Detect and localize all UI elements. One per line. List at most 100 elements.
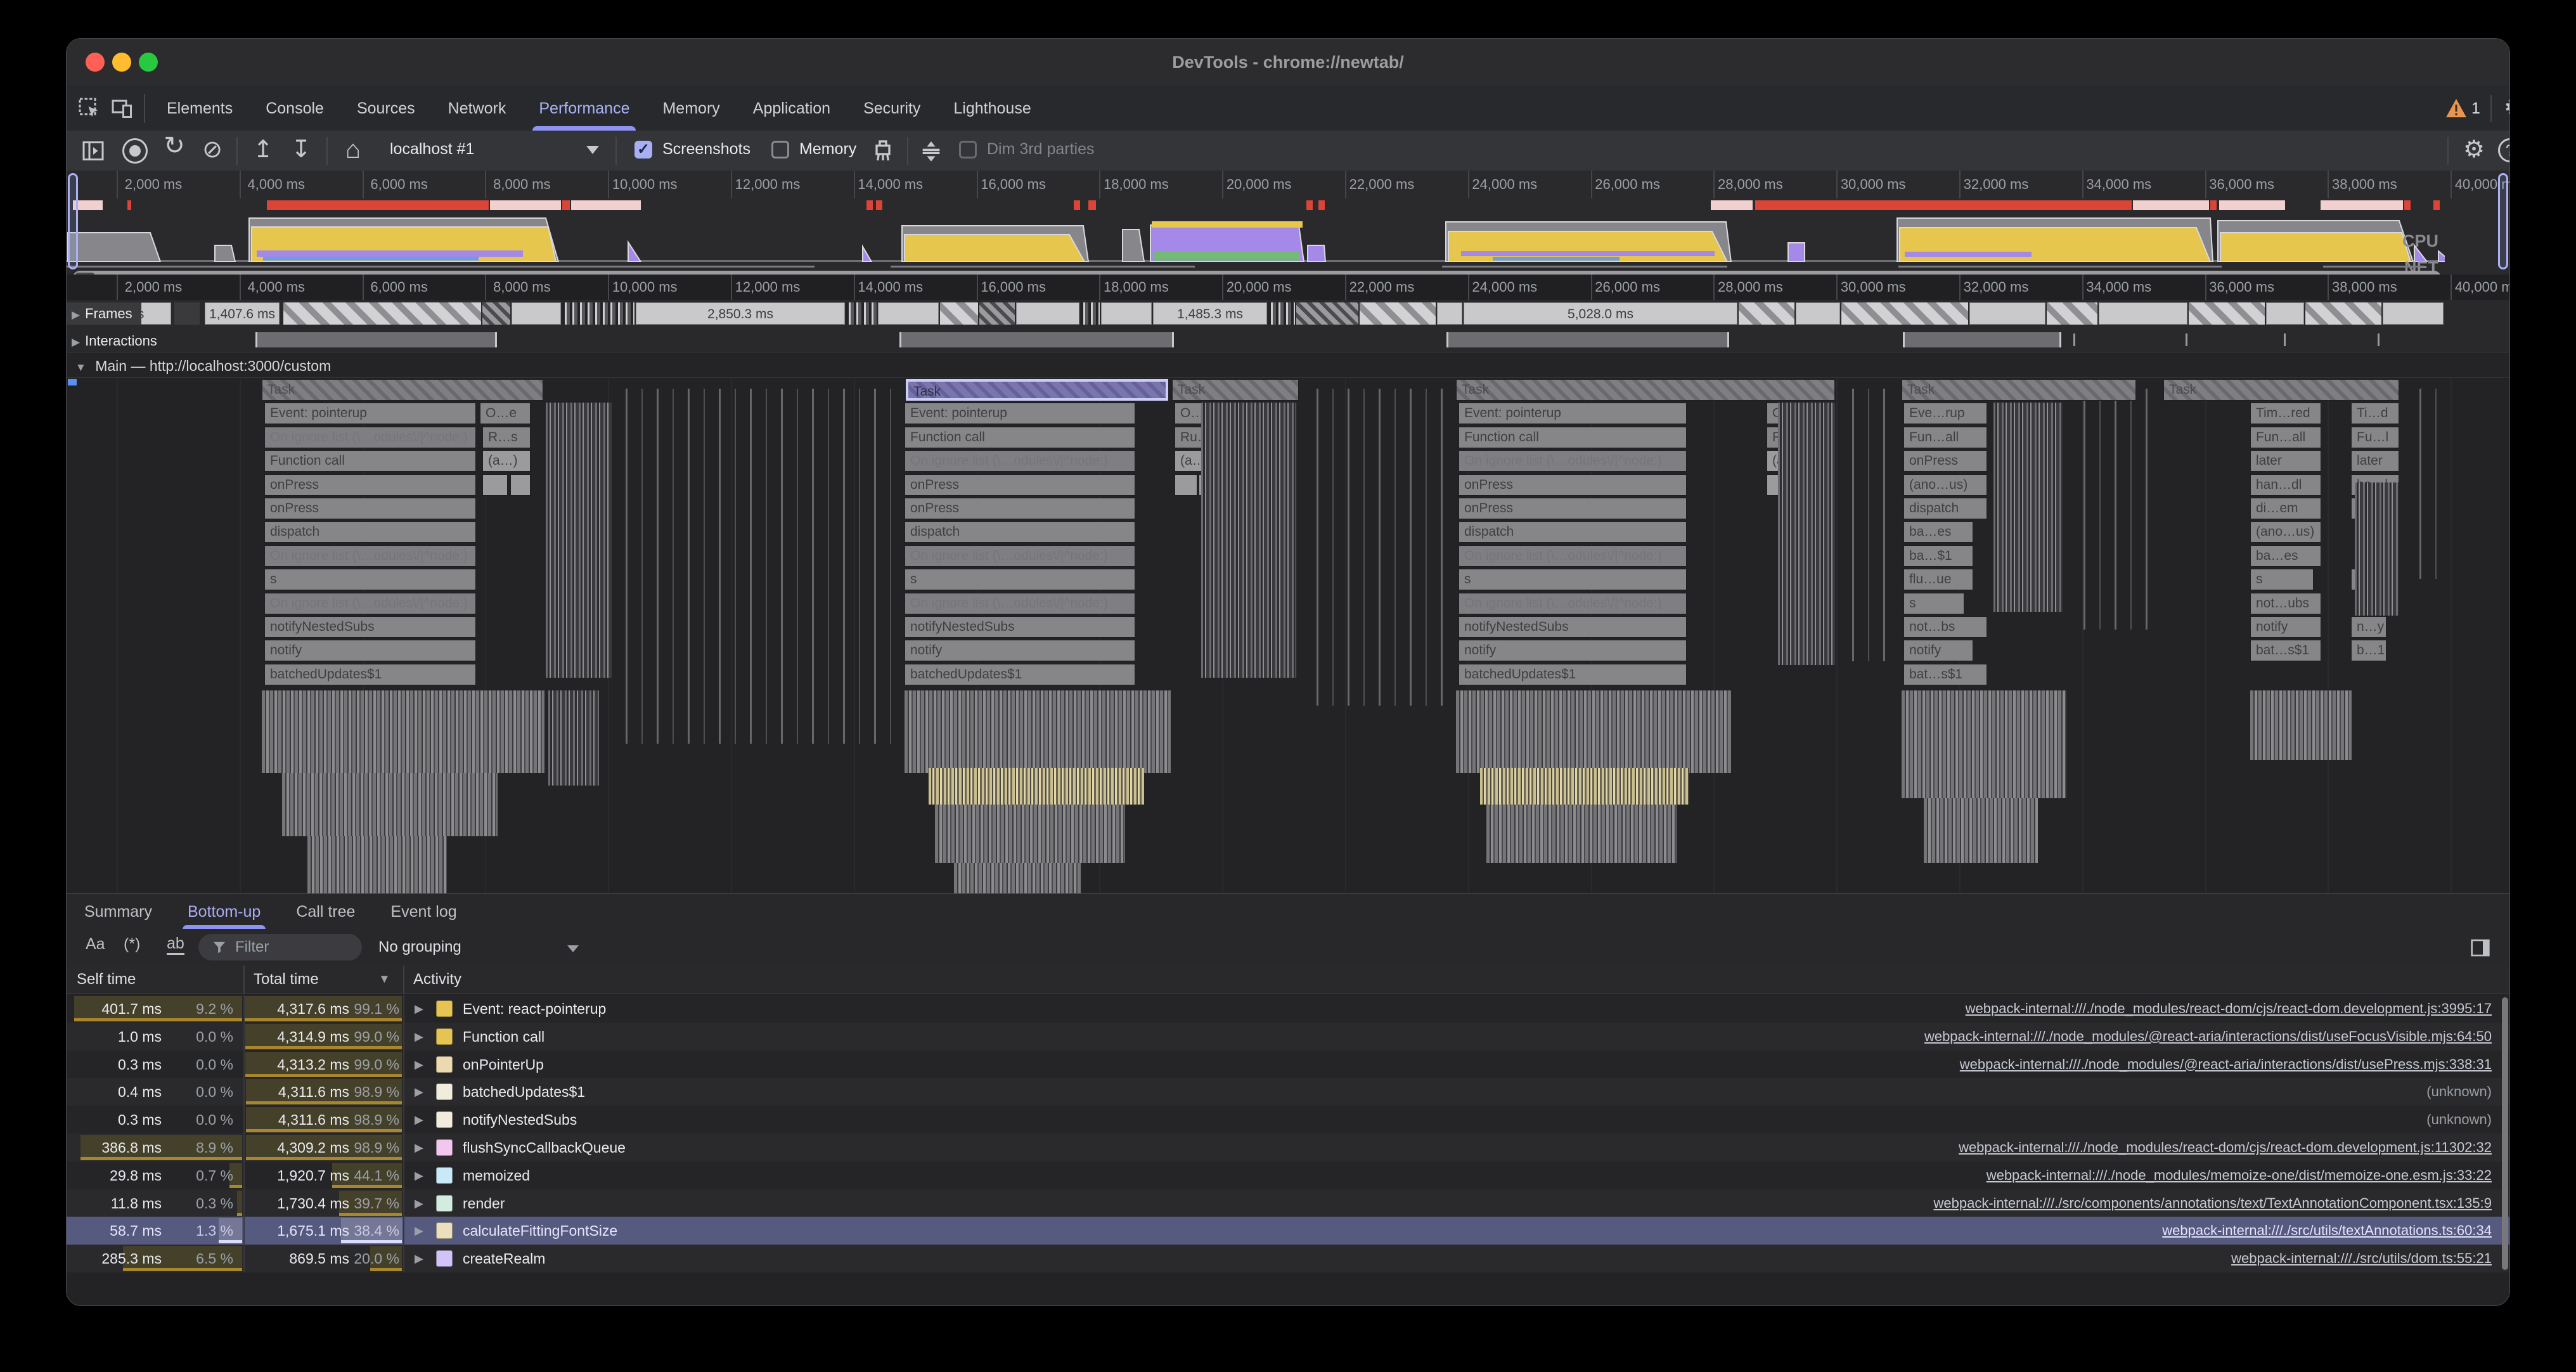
table-row[interactable]: 386.8 ms8.9 %4,309.2 ms98.9 %▶flushSyncC…	[67, 1134, 2509, 1162]
garbage-collect-icon[interactable]	[870, 138, 896, 164]
source-link[interactable]: webpack-internal:///./node_modules/react…	[1966, 995, 2492, 1023]
flame-bar[interactable]	[482, 474, 508, 496]
table-row[interactable]: 29.8 ms0.7 %1,920.7 ms44.1 %▶memoizedweb…	[67, 1162, 2509, 1189]
flame-bar-selected[interactable]: Task	[906, 379, 1168, 401]
issues-count[interactable]: 1	[2471, 86, 2480, 131]
disclosure-icon[interactable]: ▶	[415, 1023, 423, 1051]
download-profile-icon[interactable]: ↧	[287, 136, 315, 164]
timeline-overview[interactable]: 2,000 ms4,000 ms6,000 ms8,000 ms10,000 m…	[67, 171, 2509, 275]
disclosure-icon[interactable]: ▶	[415, 1245, 423, 1272]
flame-bar[interactable]: On ignore list (\…odules\/|^node:)	[1459, 593, 1687, 614]
flame-bar[interactable]: On ignore list (\…odules\/|^node:)	[905, 450, 1135, 472]
interaction-bar[interactable]	[1446, 332, 1729, 347]
frames-track[interactable]: 39.0 ms1,407.6 ms2,850.3 ms1,485.3 ms5,0…	[67, 300, 2509, 328]
help-icon[interactable]: ?	[2498, 138, 2510, 162]
flame-bar[interactable]: notifyNestedSubs	[264, 616, 476, 638]
flame-bar[interactable]: ba…es	[1903, 521, 1973, 543]
flame-bar[interactable]: On ignore list (\…odules\/|^node:)	[264, 427, 476, 448]
tab-application[interactable]: Application	[737, 86, 847, 131]
flame-bar[interactable]: (ano…us)	[2250, 521, 2321, 543]
frame-segment[interactable]: 5,028.0 ms	[1464, 302, 1737, 325]
frame-segment[interactable]: 1,485.3 ms	[1153, 302, 1267, 325]
flame-bar[interactable]: onPress	[905, 498, 1135, 519]
reload-record-icon[interactable]: ↻	[160, 132, 188, 160]
flame-bar[interactable]: notifyNestedSubs	[905, 616, 1135, 638]
screenshots-label[interactable]: Screenshots	[662, 140, 750, 159]
activity-header[interactable]: Activity	[413, 966, 461, 993]
frame-segment[interactable]	[979, 302, 1015, 325]
flame-bar[interactable]: notify	[905, 640, 1135, 661]
flame-bar[interactable]: not…bs	[1903, 616, 1987, 638]
source-link[interactable]: webpack-internal:///./node_modules/@reac…	[1960, 1051, 2492, 1078]
source-link[interactable]: webpack-internal:///./node_modules/memoi…	[1987, 1162, 2492, 1189]
flame-bar[interactable]: On ignore list (\…odules\/|^node:)	[264, 593, 476, 614]
whole-word-toggle[interactable]: ab	[167, 935, 184, 955]
warning-icon[interactable]	[2445, 98, 2468, 119]
disclosure-icon[interactable]: ▶	[415, 1051, 423, 1078]
frame-segment[interactable]	[878, 302, 939, 325]
flame-bar[interactable]: Fu…l	[2351, 427, 2399, 448]
disclosure-icon[interactable]: ▶	[415, 995, 423, 1023]
chevron-down-icon[interactable]	[567, 945, 579, 952]
flame-bar[interactable]: Task	[2163, 379, 2399, 401]
flame-bar[interactable]: Task	[1456, 379, 1835, 401]
frame-segment[interactable]: 1,407.6 ms	[205, 302, 280, 325]
details-tab-event-log[interactable]: Event log	[373, 894, 474, 929]
flame-bar[interactable]: Task	[1902, 379, 2136, 401]
flame-bar[interactable]: s	[905, 569, 1135, 590]
frame-segment[interactable]	[482, 302, 510, 325]
flame-bar[interactable]: Function call	[905, 427, 1135, 448]
frame-segment[interactable]	[1437, 302, 1462, 325]
frame-segment[interactable]	[2383, 302, 2444, 325]
flame-bar[interactable]	[1175, 474, 1197, 496]
interactions-track[interactable]: ▶Interactions	[67, 327, 2509, 353]
flame-bar[interactable]: ba…es	[2250, 545, 2321, 567]
frames-track-label[interactable]: ▶Frames	[67, 302, 141, 325]
tab-network[interactable]: Network	[432, 86, 523, 131]
overview-range-handle-left[interactable]	[68, 173, 78, 269]
flame-bar[interactable]: O…e	[480, 403, 531, 424]
grouping-select[interactable]: No grouping	[378, 929, 461, 966]
tab-performance[interactable]: Performance	[522, 86, 646, 131]
flame-bar[interactable]: notify	[264, 640, 476, 661]
disclosure-icon[interactable]: ▶	[415, 1078, 423, 1106]
toggle-sidebar-icon[interactable]	[82, 139, 105, 162]
memory-checkbox[interactable]	[771, 141, 789, 159]
flame-bar[interactable]: han…dl	[2250, 474, 2321, 496]
table-row[interactable]: 0.3 ms0.0 %4,311.6 ms98.9 %▶notifyNested…	[67, 1106, 2509, 1134]
flame-bar[interactable]: On ignore list (\…odules\/|^node:)	[905, 545, 1135, 567]
flame-bar[interactable]: Fun…all	[2250, 427, 2321, 448]
frame-segment[interactable]	[1016, 302, 1079, 325]
disclosure-icon[interactable]: ▶	[415, 1217, 423, 1245]
frame-segment[interactable]	[2305, 302, 2381, 325]
flame-bar[interactable]: bat…s$1	[1903, 664, 1987, 685]
flame-bar[interactable]: n…y	[2351, 616, 2386, 638]
flame-bar[interactable]: batchedUpdates$1	[1459, 664, 1687, 685]
flame-bar[interactable]: Event: pointerup	[905, 403, 1135, 424]
table-row[interactable]: 401.7 ms9.2 %4,317.6 ms99.1 %▶Event: rea…	[67, 995, 2509, 1023]
flame-bar[interactable]: flu…ue	[1903, 569, 1973, 590]
source-link[interactable]: webpack-internal:///./node_modules/react…	[1959, 1134, 2492, 1162]
flame-bar[interactable]: Ti…d	[2351, 403, 2399, 424]
frame-segment[interactable]	[1101, 302, 1152, 325]
frame-segment[interactable]	[2047, 302, 2097, 325]
interaction-bar[interactable]	[1903, 332, 2061, 347]
flame-chart[interactable]: TaskEvent: pointerupO…eOn ignore list (\…	[67, 378, 2509, 893]
flame-bar[interactable]: On ignore list (\…odules\/|^node:)	[1459, 450, 1687, 472]
table-row[interactable]: 0.4 ms0.0 %4,311.6 ms98.9 %▶batchedUpdat…	[67, 1078, 2509, 1106]
flame-bar[interactable]: (ano…us)	[1903, 474, 1987, 496]
frame-segment[interactable]	[1081, 302, 1100, 325]
frame-segment[interactable]	[1739, 302, 1794, 325]
flame-bar[interactable]: later	[2250, 450, 2321, 472]
source-link[interactable]: webpack-internal:///./node_modules/@reac…	[1924, 1023, 2492, 1051]
frame-segment[interactable]	[1360, 302, 1436, 325]
frame-segment[interactable]	[283, 302, 481, 325]
flame-bar[interactable]: onPress	[905, 474, 1135, 496]
tab-console[interactable]: Console	[249, 86, 340, 131]
interaction-bar[interactable]	[255, 332, 497, 347]
flame-bar[interactable]: R…s	[482, 427, 531, 448]
frame-segment[interactable]	[2099, 302, 2187, 325]
self-time-header[interactable]: Self time	[77, 966, 136, 993]
flame-bar[interactable]: dispatch	[1459, 521, 1687, 543]
source-link[interactable]: webpack-internal:///./src/components/ann…	[1933, 1189, 2492, 1217]
